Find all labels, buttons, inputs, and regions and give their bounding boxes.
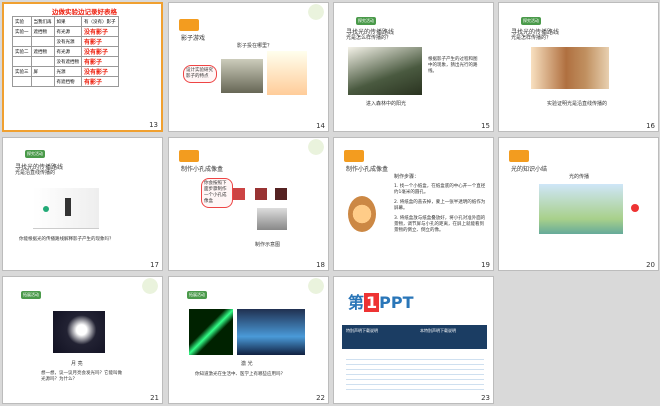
badge-icon	[509, 150, 529, 162]
pinhole-box-diagram	[257, 208, 287, 230]
slide-side-text: 根据影子产生的过程和图中的现象，猜出光行的路线。	[428, 57, 478, 74]
slide-caption: 月 亮	[71, 361, 83, 367]
panel-heading-right: 本特别声明下载说明	[420, 328, 456, 333]
section-tag: 探究活动	[25, 150, 45, 158]
slide-15[interactable]: 探究活动 寻找光的传播路线 光是怎么样传播的？ 根据影子产生的过程和图中的现象，…	[333, 2, 494, 132]
slide-number: 17	[150, 261, 159, 269]
section-tag: 拓展活动	[187, 291, 207, 299]
slide-note: 设计实验研究影子的特点	[183, 65, 217, 83]
slide-subtitle: 光是怎么样传播的？	[346, 35, 392, 41]
slide-title: 边做实验边记录好表格	[52, 8, 117, 16]
ppt-logo: 第 1 PPT	[348, 293, 414, 312]
box-step-3	[275, 188, 287, 200]
slide-question: 你知道激光在生活中、医学上有哪些应用吗？	[195, 372, 285, 377]
reflection-icon	[631, 204, 639, 212]
flower-decoration	[122, 277, 162, 307]
slide-number: 13	[149, 121, 158, 129]
laser-photo-1	[189, 309, 233, 355]
box-step-2	[255, 188, 267, 200]
light-propagation-illustration	[539, 184, 623, 234]
slide-caption: 实验证明光是沿直线传播的	[547, 101, 608, 107]
slide-14[interactable]: 影子游戏 影子投在哪里？ 设计实验研究影子的特点 14	[168, 2, 329, 132]
light-experiment-photo	[531, 47, 609, 89]
slide-17[interactable]: 探究活动 寻找光的传播路线 光是沿直线传播的 你能根据光的传播路线解释影子产生的…	[2, 137, 163, 271]
link-list	[346, 355, 484, 391]
slide-title: 制作小孔成像盒	[346, 166, 389, 173]
step-2: 2. 将纸盒的盖去掉，蒙上一张半透明的纸作为屏幕。	[394, 200, 486, 211]
steps-heading: 制作步骤：	[394, 174, 420, 180]
slide-subtitle: 光的传播	[569, 174, 590, 180]
slide-subtitle: 光是怎样传播的？	[511, 35, 552, 41]
slide-16[interactable]: 探究活动 寻找光的传播路线 光是怎样传播的？ 实验证明光是沿直线传播的 16	[498, 2, 659, 132]
flower-decoration	[288, 277, 328, 307]
record-table: 实验 当我们再 如果 有（没有）影子 实验一 遮挡物 有光源 没有影子 没有光源 有影子 实验…	[12, 16, 119, 87]
slide-number: 22	[316, 394, 325, 402]
slide-number: 18	[316, 261, 325, 269]
slide-number: 20	[646, 261, 655, 269]
slide-title: 制作小孔成像盒	[181, 166, 224, 173]
slide-23[interactable]: 第 1 PPT 特别声明下载说明 本特别声明下载说明 23	[333, 276, 494, 404]
slide-21[interactable]: 拓展活动 月 亮 想一想，议一议月亮会发光吗？它能叫做光源吗？为什么？ 21	[2, 276, 163, 404]
laser-photo-2	[237, 309, 305, 355]
slide-13[interactable]: 边做实验边记录好表格 实验 当我们再 如果 有（没有）影子 实验一 遮挡物 有光源 没有影子…	[2, 2, 163, 132]
shadow-game-photo	[221, 59, 263, 93]
badge-icon	[344, 150, 364, 162]
slide-caption: 进入森林中的阳光	[366, 101, 407, 107]
slide-caption: 你能根据光的传播路线解释影子产生的现象吗？	[19, 237, 114, 242]
obstacle-block	[65, 198, 71, 216]
slide-22[interactable]: 拓展活动 激 光 你知道激光在生活中、医学上有哪些应用吗？ 22	[168, 276, 329, 404]
slide-note: 你会按照下面步骤制作一个小孔成像盒	[201, 178, 233, 208]
forest-photo	[348, 47, 422, 95]
slide-caption: 激 光	[241, 361, 253, 367]
slide-number: 21	[150, 394, 159, 402]
slide-number: 16	[646, 122, 655, 130]
slide-number: 23	[481, 394, 490, 402]
light-source-icon	[43, 206, 49, 212]
slide-20[interactable]: 光的知识小结 光的传播 20	[498, 137, 659, 271]
slide-title: 影子游戏	[181, 35, 206, 42]
disclaimer-panel: 特别声明下载说明 本特别声明下载说明	[342, 325, 487, 349]
slide-question: 想一想，议一议月亮会发光吗？它能叫做光源吗？为什么？	[41, 371, 122, 382]
badge-icon	[179, 150, 199, 162]
slide-subtitle: 光是沿直线传播的	[15, 170, 56, 176]
cartoon-mascot	[348, 196, 376, 232]
slide-number: 15	[481, 122, 490, 130]
step-1: 1. 找一个小纸盒，在纸盒底的中心开一个直径约1毫米的圆孔。	[394, 184, 486, 195]
section-tag: 拓展活动	[21, 291, 41, 299]
slide-19[interactable]: 制作小孔成像盒 制作步骤： 1. 找一个小纸盒，在纸盒底的中心开一个直径约1毫米…	[333, 137, 494, 271]
box-step-1	[233, 188, 245, 200]
slide-number: 14	[316, 122, 325, 130]
slide-caption: 制作示意图	[255, 242, 281, 248]
flower-decoration	[288, 3, 328, 33]
badge-icon	[179, 19, 199, 31]
section-tag: 探究活动	[521, 17, 541, 25]
slide-18[interactable]: 制作小孔成像盒 你会按照下面步骤制作一个小孔成像盒 制作示意图 18	[168, 137, 329, 271]
slide-caption: 影子投在哪里？	[237, 43, 273, 49]
kids-illustration	[267, 51, 307, 95]
moon-photo	[53, 311, 105, 353]
slide-title: 光的知识小结	[511, 166, 548, 173]
panel-heading-left: 特别声明下载说明	[346, 328, 378, 333]
section-tag: 探究活动	[356, 17, 376, 25]
slide-number: 19	[481, 261, 490, 269]
flower-decoration	[288, 138, 328, 168]
step-3: 3. 将纸盒放与纸盒叠放好，将小孔对准外面的景物，调节屏与小孔的距离，在屏上就能…	[394, 216, 486, 233]
